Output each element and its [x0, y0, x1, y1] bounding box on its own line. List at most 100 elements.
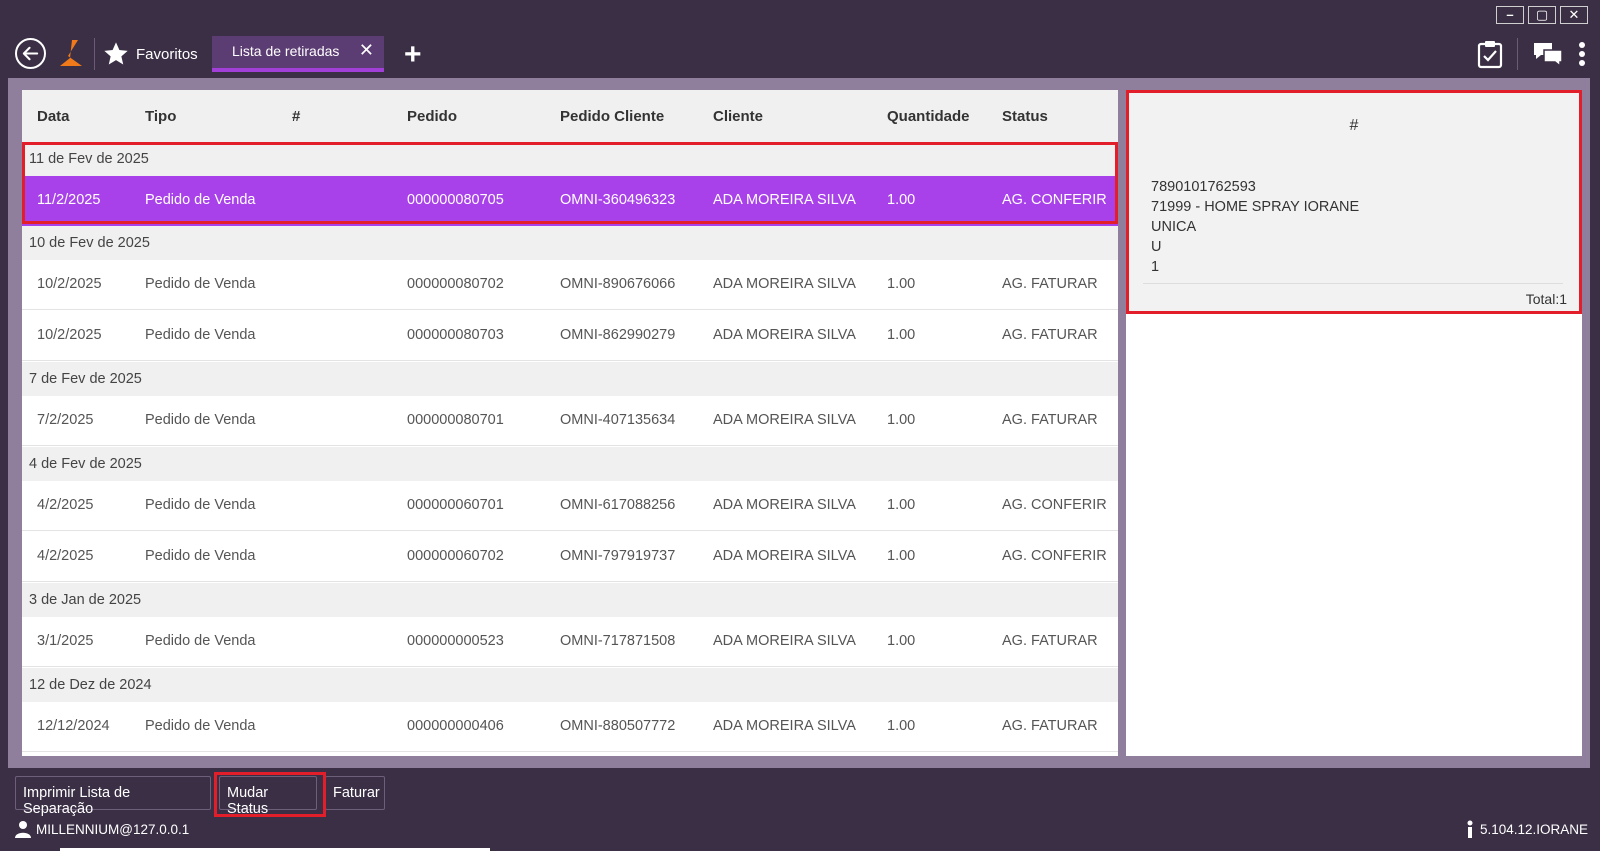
cell-status: AG. FATURAR: [1002, 412, 1098, 428]
cell-pedido-cliente: OMNI-890676066: [560, 276, 676, 292]
user-label: MILLENNIUM@127.0.0.1: [36, 821, 190, 837]
cell-cliente: ADA MOREIRA SILVA: [713, 497, 856, 513]
group-header: 10 de Fev de 2025: [22, 226, 1118, 260]
cell-tipo: Pedido de Venda: [145, 548, 256, 564]
cell-quantidade: 1.00: [887, 548, 916, 564]
cell-pedido-cliente: OMNI-797919737: [560, 548, 676, 564]
cell-cliente: ADA MOREIRA SILVA: [713, 633, 856, 649]
table-row[interactable]: 3/1/2025 Pedido de Venda 000000000523 OM…: [22, 617, 1118, 667]
table-header: Data Tipo # Pedido Pedido Cliente Client…: [22, 90, 1118, 142]
cell-pedido: 000000060701: [407, 497, 504, 513]
detail-size: UNICA: [1151, 219, 1197, 235]
user-icon: [15, 821, 31, 838]
close-window-button[interactable]: ✕: [1560, 6, 1588, 24]
group-header: 4 de Fev de 2025: [22, 447, 1118, 481]
cell-quantidade: 1.00: [887, 633, 916, 649]
cell-data: 4/2/2025: [37, 548, 94, 564]
cell-data: 12/12/2024: [37, 718, 110, 734]
cell-tipo: Pedido de Venda: [145, 192, 256, 208]
item-detail-box: # 7890101762593 71999 - HOME SPRAY IORAN…: [1126, 90, 1582, 314]
tab-label: Lista de retiradas: [232, 43, 340, 59]
favorites-label: Favoritos: [136, 45, 198, 63]
table-row[interactable]: 12/12/2024 Pedido de Venda 000000000406 …: [22, 702, 1118, 752]
table-row[interactable]: 10/2/2025 Pedido de Venda 000000080703 O…: [22, 311, 1118, 361]
table-row[interactable]: 10/2/2025 Pedido de Venda 000000080702 O…: [22, 260, 1118, 310]
detail-divider: [1143, 283, 1563, 284]
more-vertical-icon[interactable]: [1578, 41, 1586, 67]
cell-pedido-cliente: OMNI-407135634: [560, 412, 676, 428]
cell-data: 11/2/2025: [37, 192, 101, 208]
cell-cliente: ADA MOREIRA SILVA: [713, 276, 856, 292]
close-tab-icon[interactable]: ✕: [359, 40, 374, 61]
add-tab-icon[interactable]: +: [404, 40, 422, 70]
detail-product: 71999 - HOME SPRAY IORANE: [1151, 199, 1360, 215]
table-row-selected[interactable]: 11/2/2025 Pedido de Venda 000000080705 O…: [22, 176, 1118, 226]
cell-pedido: 000000000406: [407, 718, 504, 734]
column-header-status[interactable]: Status: [1002, 108, 1048, 125]
detail-item[interactable]: 7890101762593 71999 - HOME SPRAY IORANE …: [1151, 177, 1359, 277]
action-bar: Imprimir Lista de Separação Mudar Status…: [0, 772, 1600, 817]
cell-tipo: Pedido de Venda: [145, 718, 256, 734]
star-icon: [104, 42, 128, 65]
detail-quantity: 1: [1151, 259, 1160, 275]
column-header-cliente[interactable]: Cliente: [713, 108, 763, 125]
cell-pedido-cliente: OMNI-880507772: [560, 718, 676, 734]
column-header-quantidade[interactable]: Quantidade: [887, 108, 970, 125]
cell-tipo: Pedido de Venda: [145, 497, 256, 513]
detail-panel: # 7890101762593 71999 - HOME SPRAY IORAN…: [1126, 90, 1582, 756]
cell-pedido-cliente: OMNI-862990279: [560, 327, 676, 343]
cell-status: AG. CONFERIR: [1002, 497, 1107, 513]
cell-cliente: ADA MOREIRA SILVA: [713, 718, 856, 734]
group-header: 3 de Jan de 2025: [22, 583, 1118, 617]
column-header-pedido-cliente[interactable]: Pedido Cliente: [560, 108, 664, 125]
app-logo-icon[interactable]: [58, 38, 84, 68]
back-button[interactable]: [15, 38, 46, 69]
table-row[interactable]: 4/2/2025 Pedido de Venda 000000060701 OM…: [22, 481, 1118, 531]
cell-data: 7/2/2025: [37, 412, 94, 428]
table-row[interactable]: 7/2/2025 Pedido de Venda 000000080701 OM…: [22, 396, 1118, 446]
toolbar-divider: [1517, 38, 1518, 70]
cell-quantidade: 1.00: [887, 327, 916, 343]
detail-total: Total:1: [1525, 291, 1567, 307]
column-header-tipo[interactable]: Tipo: [145, 108, 176, 125]
cell-pedido-cliente: OMNI-360496323: [560, 192, 676, 208]
cell-pedido: 000000080702: [407, 276, 504, 292]
cell-status: AG. FATURAR: [1002, 327, 1098, 343]
status-bar: MILLENNIUM@127.0.0.1 5.104.12.IORANE: [0, 818, 1600, 851]
favorites-button[interactable]: Favoritos: [102, 38, 198, 70]
cell-data: 10/2/2025: [37, 276, 102, 292]
cell-status: AG. CONFERIR: [1002, 192, 1107, 208]
cell-tipo: Pedido de Venda: [145, 276, 256, 292]
minimize-button[interactable]: –: [1496, 6, 1524, 24]
group-header: 12 de Dez de 2024: [22, 668, 1118, 702]
cell-quantidade: 1.00: [887, 497, 916, 513]
column-header-data[interactable]: Data: [37, 108, 70, 125]
clipboard-check-icon[interactable]: [1477, 39, 1503, 69]
toolbar-divider: [94, 38, 95, 70]
chat-icon[interactable]: [1532, 41, 1564, 67]
orders-table: Data Tipo # Pedido Pedido Cliente Client…: [22, 90, 1118, 756]
detail-barcode: 7890101762593: [1151, 179, 1256, 195]
table-row[interactable]: 4/2/2025 Pedido de Venda 000000060702 OM…: [22, 532, 1118, 582]
print-picking-list-button[interactable]: Imprimir Lista de Separação: [15, 776, 211, 817]
tab-lista-de-retiradas[interactable]: Lista de retiradas ✕: [212, 36, 384, 72]
column-header-pedido[interactable]: Pedido: [407, 108, 457, 125]
cell-pedido: 000000000523: [407, 633, 504, 649]
tab-bar: Favoritos Lista de retiradas ✕ +: [0, 30, 1600, 76]
status-version: 5.104.12.IORANE: [1466, 820, 1588, 838]
cell-quantidade: 1.00: [887, 192, 916, 208]
cell-data: 10/2/2025: [37, 327, 102, 343]
cell-tipo: Pedido de Venda: [145, 327, 256, 343]
cell-quantidade: 1.00: [887, 276, 916, 292]
column-header-number[interactable]: #: [292, 108, 300, 125]
cell-pedido-cliente: OMNI-617088256: [560, 497, 676, 513]
toolbar-right: [1477, 38, 1586, 70]
cell-pedido: 000000080701: [407, 412, 504, 428]
change-status-button[interactable]: Mudar Status: [219, 776, 317, 817]
cell-status: AG. FATURAR: [1002, 633, 1098, 649]
maximize-button[interactable]: ▢: [1528, 6, 1556, 24]
detail-unit: U: [1151, 239, 1162, 255]
status-user: MILLENNIUM@127.0.0.1: [14, 820, 189, 838]
invoice-button[interactable]: Faturar: [325, 776, 385, 810]
detail-header: #: [1349, 117, 1359, 134]
